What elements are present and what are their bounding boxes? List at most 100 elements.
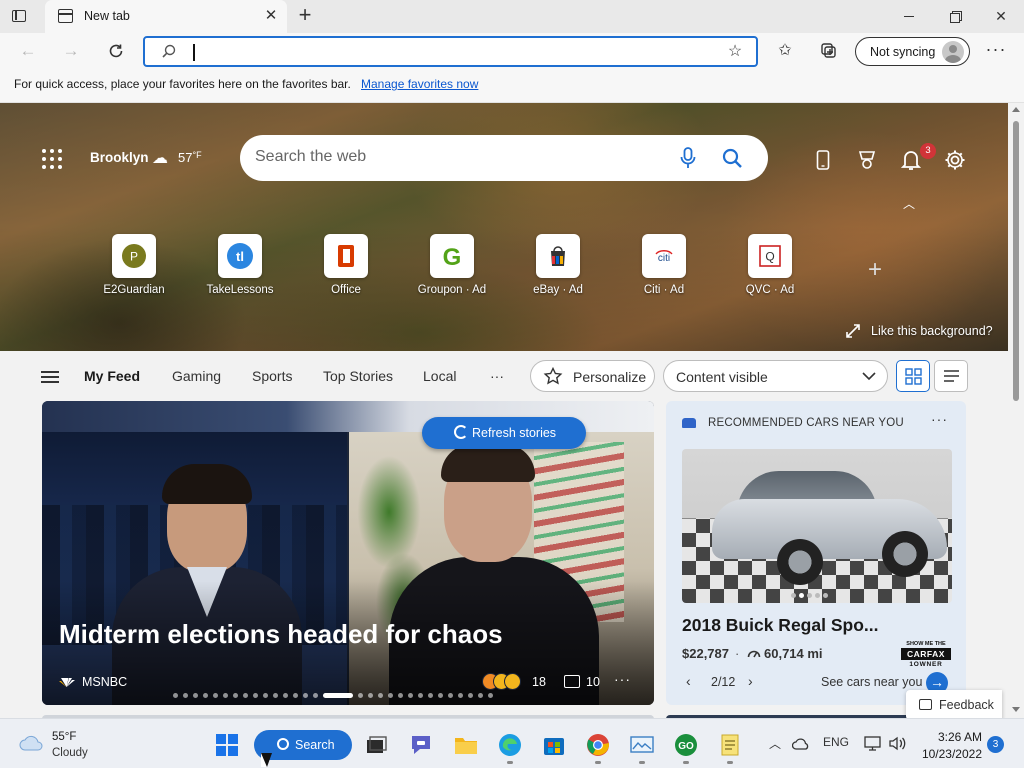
carousel-dot[interactable] xyxy=(273,693,278,698)
taskbar-weather-condition[interactable]: Cloudy xyxy=(52,747,88,759)
weather-temperature[interactable]: 57°F xyxy=(178,150,202,165)
recommended-cars-card[interactable]: RECOMMENDED CARS NEAR YOU ··· 2018 Buick… xyxy=(666,401,966,705)
previous-car-button[interactable]: ‹ xyxy=(686,673,691,689)
favorites-icon[interactable]: ✩ xyxy=(773,40,797,62)
carousel-dot[interactable] xyxy=(233,693,238,698)
task-view-icon[interactable] xyxy=(363,732,389,758)
teams-chat-icon[interactable] xyxy=(408,732,434,758)
minimize-button[interactable] xyxy=(886,4,932,28)
feedback-button[interactable]: Feedback xyxy=(906,690,1002,718)
car-photo[interactable] xyxy=(682,449,952,603)
car-photo-dot[interactable] xyxy=(815,593,820,598)
show-hidden-icons-chevron[interactable]: ︿ xyxy=(769,735,781,752)
carousel-dot[interactable] xyxy=(203,693,208,698)
scroll-up-arrow[interactable] xyxy=(1012,107,1020,112)
notepad-icon[interactable] xyxy=(717,732,743,758)
carousel-dot[interactable] xyxy=(213,693,218,698)
cars-more-options[interactable]: ··· xyxy=(931,411,948,427)
carousel-dot[interactable] xyxy=(173,693,178,698)
car-title[interactable]: 2018 Buick Regal Spo... xyxy=(682,615,878,636)
address-input[interactable] xyxy=(191,42,691,62)
tab-my-feed[interactable]: My Feed xyxy=(84,368,140,384)
page-scrollbar[interactable] xyxy=(1008,103,1024,718)
carousel-dot[interactable] xyxy=(408,693,413,698)
collections-icon[interactable] xyxy=(817,40,841,62)
scroll-thumb[interactable] xyxy=(1013,121,1019,401)
quick-link-tile[interactable]: G Groupon · Ad xyxy=(406,234,498,304)
carousel-dot[interactable] xyxy=(438,693,443,698)
tab-local[interactable]: Local xyxy=(423,368,456,384)
carousel-dot[interactable] xyxy=(428,693,433,698)
forward-button[interactable]: → xyxy=(57,38,85,64)
car-photo-dot[interactable] xyxy=(799,593,804,598)
onedrive-cloud-icon[interactable] xyxy=(792,737,810,750)
close-tab-button[interactable]: ✕ xyxy=(261,6,281,26)
collapse-chevron-icon[interactable]: ︿ xyxy=(901,195,917,211)
car-photo-dot[interactable] xyxy=(807,593,812,598)
list-view-button[interactable] xyxy=(934,360,968,392)
microsoft-store-icon[interactable] xyxy=(541,732,567,758)
quick-link-tile[interactable]: citi Citi · Ad xyxy=(618,234,710,304)
carousel-dot[interactable] xyxy=(378,693,383,698)
search-icon[interactable] xyxy=(722,148,742,168)
microphone-icon[interactable] xyxy=(680,147,696,169)
carousel-dot[interactable] xyxy=(303,693,308,698)
menu-icon[interactable] xyxy=(41,371,59,383)
more-tabs-button[interactable]: ··· xyxy=(490,368,504,384)
scroll-down-arrow[interactable] xyxy=(1012,707,1020,712)
next-car-button[interactable]: › xyxy=(748,673,753,689)
tab-gaming[interactable]: Gaming xyxy=(172,368,221,384)
personalize-button[interactable]: Personalize xyxy=(530,360,655,392)
carousel-dot[interactable] xyxy=(458,693,463,698)
profile-button[interactable]: Not syncing xyxy=(855,37,970,66)
carousel-dot[interactable] xyxy=(323,693,353,698)
carousel-dot[interactable] xyxy=(478,693,483,698)
carousel-dot[interactable] xyxy=(418,693,423,698)
restore-button[interactable] xyxy=(932,4,978,28)
quick-link-tile[interactable]: P E2Guardian xyxy=(88,234,180,304)
main-story-card[interactable]: Midterm elections headed for chaos MSNBC… xyxy=(42,401,654,705)
carousel-dot[interactable] xyxy=(368,693,373,698)
clock-time[interactable]: 3:26 AM xyxy=(918,730,982,744)
edge-browser-icon[interactable] xyxy=(497,732,523,758)
story-carousel-dots[interactable] xyxy=(173,693,533,699)
comment-icon[interactable] xyxy=(564,675,580,688)
tab-new-tab[interactable]: New tab ✕ xyxy=(45,0,287,33)
add-favorite-icon[interactable]: ☆ xyxy=(725,43,745,61)
carousel-dot[interactable] xyxy=(398,693,403,698)
story-headline[interactable]: Midterm elections headed for chaos xyxy=(59,619,503,650)
car-photo-dot[interactable] xyxy=(791,593,796,598)
carousel-dot[interactable] xyxy=(488,693,493,698)
chrome-browser-icon[interactable] xyxy=(585,732,611,758)
story-more-options[interactable]: ··· xyxy=(614,671,631,687)
clock-date[interactable]: 10/23/2022 xyxy=(918,747,982,761)
refresh-stories-button[interactable]: Refresh stories xyxy=(422,417,586,449)
quick-link-tile[interactable]: O Office xyxy=(300,234,392,304)
carousel-dot[interactable] xyxy=(313,693,318,698)
tab-sports[interactable]: Sports xyxy=(252,368,292,384)
app-launcher-icon[interactable] xyxy=(42,149,62,169)
car-photo-dots[interactable] xyxy=(781,593,861,599)
carousel-dot[interactable] xyxy=(193,693,198,698)
cloud-icon[interactable] xyxy=(18,733,44,753)
file-explorer-icon[interactable] xyxy=(453,732,479,758)
monitor-app-icon[interactable] xyxy=(629,732,655,758)
carousel-dot[interactable] xyxy=(253,693,258,698)
content-visibility-select[interactable]: Content visible xyxy=(663,360,888,392)
reaction-emoji-icon[interactable] xyxy=(482,673,522,691)
carousel-dot[interactable] xyxy=(468,693,473,698)
back-button[interactable]: ← xyxy=(14,38,42,64)
story-source[interactable]: MSNBC xyxy=(82,675,127,689)
web-search-box[interactable]: Search the web xyxy=(240,135,768,181)
phone-icon[interactable] xyxy=(810,147,836,173)
quick-link-tile[interactable]: Q QVC · Ad xyxy=(724,234,816,304)
carousel-dot[interactable] xyxy=(283,693,288,698)
grid-view-button[interactable] xyxy=(896,360,930,392)
add-site-button[interactable]: + xyxy=(864,258,886,282)
settings-and-more-button[interactable]: ··· xyxy=(984,40,1008,62)
network-icon[interactable] xyxy=(864,736,881,751)
weather-location[interactable]: Brooklyn xyxy=(90,150,149,165)
carousel-dot[interactable] xyxy=(388,693,393,698)
taskbar-temperature[interactable]: 55°F xyxy=(52,731,76,743)
tab-actions-icon[interactable] xyxy=(10,8,28,24)
